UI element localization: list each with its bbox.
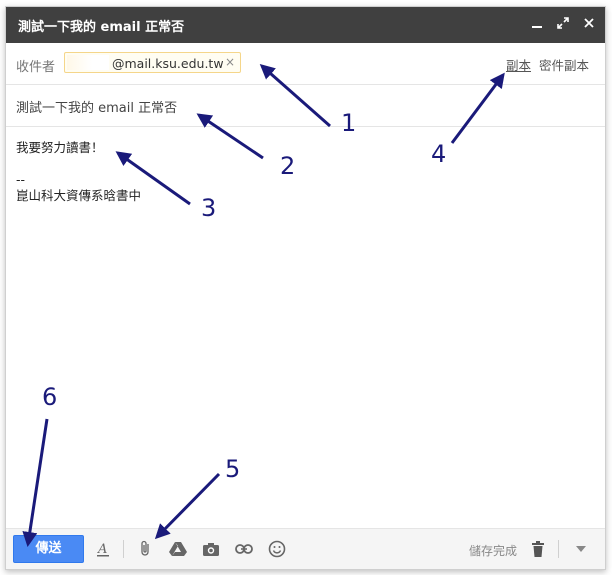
window-controls — [529, 15, 597, 31]
svg-text:A: A — [97, 542, 107, 557]
recipients-row[interactable]: 收件者 @mail.ksu.edu.tw × 副本 密件副本 — [6, 43, 605, 85]
body-line: -- — [16, 172, 26, 187]
expand-icon[interactable] — [555, 15, 571, 31]
minimize-icon[interactable] — [529, 15, 545, 31]
emoji-icon[interactable] — [268, 540, 286, 558]
attach-icon[interactable] — [137, 540, 155, 558]
signature-line: 崑山科大資傳系晗書中 — [16, 188, 142, 203]
annotation-label-1: 1 — [341, 109, 357, 137]
body-line: 我要努力讀書！ — [16, 140, 104, 155]
camera-icon[interactable] — [202, 540, 220, 558]
annotation-label-3: 3 — [201, 194, 217, 222]
cc-bcc-links: 副本 密件副本 — [506, 55, 589, 74]
message-body[interactable]: 我要努力讀書！ -- 崑山科大資傳系晗書中 — [16, 140, 141, 204]
bcc-link[interactable]: 密件副本 — [539, 55, 589, 74]
annotation-label-5: 5 — [225, 455, 241, 483]
save-status: 儲存完成 — [468, 544, 517, 558]
compose-title: 測試一下我的 email 正常否 — [18, 20, 185, 35]
toolbar-divider — [123, 540, 124, 558]
subject-field[interactable]: 測試一下我的 email 正常否 — [16, 97, 177, 116]
drive-icon[interactable] — [169, 540, 187, 558]
send-button[interactable]: 傳送 — [13, 535, 84, 563]
link-icon[interactable] — [235, 540, 253, 558]
to-label: 收件者 — [16, 60, 56, 75]
recipient-chip[interactable]: @mail.ksu.edu.tw × — [64, 52, 241, 73]
annotation-label-6: 6 — [42, 383, 58, 411]
format-text-icon[interactable]: A — [94, 540, 112, 558]
subject-row[interactable]: 測試一下我的 email 正常否 — [6, 85, 605, 127]
annotation-label-4: 4 — [431, 140, 447, 168]
compose-window: 測試一下我的 email 正常否 收件者 @mail.ksu.edu.tw × … — [5, 6, 606, 570]
redacted-name — [67, 55, 109, 70]
toolbar-divider — [558, 540, 559, 558]
chevron-down-icon[interactable] — [572, 540, 590, 558]
body-line — [16, 156, 141, 172]
compose-titlebar[interactable]: 測試一下我的 email 正常否 — [6, 7, 605, 43]
annotation-label-2: 2 — [280, 152, 296, 180]
cc-link[interactable]: 副本 — [506, 55, 531, 74]
trash-icon[interactable] — [529, 540, 547, 558]
close-icon[interactable] — [581, 15, 597, 31]
recipient-email: @mail.ksu.edu.tw — [112, 56, 224, 71]
compose-toolbar: 傳送 A 儲存完成 — [6, 528, 605, 569]
remove-recipient-icon[interactable]: × — [225, 55, 235, 69]
